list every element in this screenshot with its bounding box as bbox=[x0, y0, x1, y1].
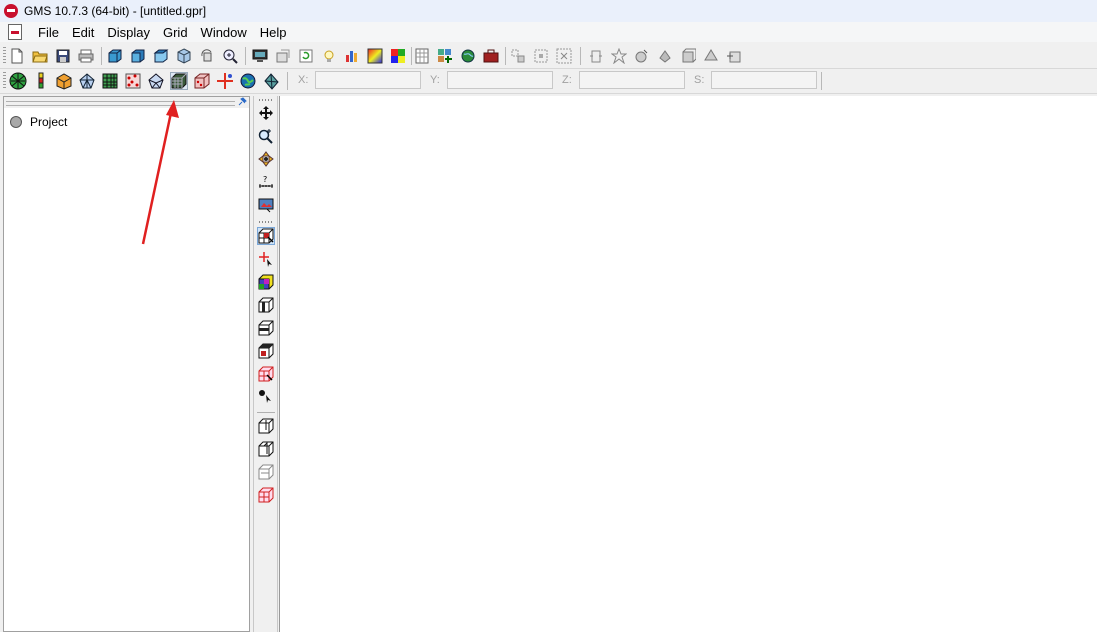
select-nodes-icon[interactable] bbox=[257, 250, 275, 268]
project-icon bbox=[10, 116, 22, 128]
select-tool-a-icon[interactable] bbox=[509, 47, 527, 65]
tool-palette: ? bbox=[253, 96, 278, 632]
tool-cube-d-icon[interactable] bbox=[702, 47, 720, 65]
select-tool-c-icon[interactable] bbox=[555, 47, 573, 65]
palette-grip[interactable] bbox=[259, 221, 273, 223]
zoom-frame-icon[interactable] bbox=[221, 47, 239, 65]
select-color-cells-icon[interactable] bbox=[257, 273, 275, 291]
select-i-icon[interactable] bbox=[257, 296, 275, 314]
toolbar-grip[interactable] bbox=[3, 47, 6, 65]
menu-edit[interactable]: Edit bbox=[66, 25, 100, 40]
menu-grid[interactable]: Grid bbox=[157, 25, 194, 40]
color-palette-icon[interactable] bbox=[389, 47, 407, 65]
modules-toolbar: X: Y: Z: S: bbox=[0, 69, 1097, 94]
measure-icon[interactable]: ? bbox=[257, 173, 275, 191]
tool-cube-b-icon[interactable] bbox=[656, 47, 674, 65]
view-j-icon[interactable] bbox=[257, 440, 275, 458]
tin-module-icon[interactable] bbox=[9, 72, 27, 90]
tool-star-icon[interactable] bbox=[610, 47, 628, 65]
refresh-icon[interactable] bbox=[297, 47, 315, 65]
lighting-icon[interactable] bbox=[320, 47, 338, 65]
new-file-icon[interactable] bbox=[8, 47, 26, 65]
menu-bar: File Edit Display Grid Window Help bbox=[0, 22, 1097, 42]
select-k-icon[interactable] bbox=[257, 342, 275, 360]
spreadsheet-icon[interactable] bbox=[413, 47, 431, 65]
x-coord-field[interactable] bbox=[315, 71, 421, 89]
view-i-icon[interactable] bbox=[257, 417, 275, 435]
menu-window[interactable]: Window bbox=[195, 25, 253, 40]
scatter-module-icon[interactable] bbox=[124, 72, 142, 90]
plot-wizard-icon[interactable] bbox=[343, 47, 361, 65]
z-coord-label: Z: bbox=[562, 74, 572, 86]
gms-logo-icon bbox=[4, 4, 18, 18]
tree-item-label: Project bbox=[30, 115, 68, 129]
view-front-icon[interactable] bbox=[106, 47, 124, 65]
pin-icon[interactable] bbox=[237, 97, 247, 107]
drape-image-icon[interactable] bbox=[257, 196, 275, 214]
select-cells-icon[interactable] bbox=[257, 227, 275, 245]
zoom-icon[interactable] bbox=[257, 127, 275, 145]
project-explorer-header bbox=[4, 97, 249, 108]
uga-module-icon[interactable] bbox=[262, 72, 280, 90]
display-monitor-icon[interactable] bbox=[251, 47, 269, 65]
add-layer-icon[interactable] bbox=[436, 47, 454, 65]
select-tool-b-icon[interactable] bbox=[532, 47, 550, 65]
select-point-icon[interactable] bbox=[257, 388, 275, 406]
tree-item-project[interactable]: Project bbox=[10, 115, 67, 129]
save-icon[interactable] bbox=[54, 47, 72, 65]
toolbox-icon[interactable] bbox=[482, 47, 500, 65]
rotate-icon[interactable] bbox=[257, 150, 275, 168]
3d-grid-module-icon[interactable] bbox=[170, 72, 188, 90]
tool-cube-c-icon[interactable] bbox=[679, 47, 697, 65]
solid-module-icon[interactable] bbox=[55, 72, 73, 90]
map-module-icon[interactable] bbox=[216, 72, 234, 90]
s-coord-label: S: bbox=[694, 74, 705, 86]
title-bar: GMS 10.7.3 (64-bit) - [untitled.gpr] bbox=[0, 0, 1097, 22]
project-explorer: Project bbox=[3, 96, 250, 632]
view-boundary-icon[interactable] bbox=[257, 486, 275, 504]
document-icon[interactable] bbox=[8, 24, 22, 40]
z-coord-field[interactable] bbox=[579, 71, 685, 89]
standard-toolbar bbox=[0, 44, 1097, 69]
svg-text:?: ? bbox=[263, 175, 267, 184]
3d-mesh-module-icon[interactable] bbox=[147, 72, 165, 90]
pan-icon[interactable] bbox=[257, 104, 275, 122]
graphics-window[interactable] bbox=[279, 96, 1097, 632]
tool-cube-e-icon[interactable] bbox=[725, 47, 743, 65]
print-icon[interactable] bbox=[77, 47, 95, 65]
color-ramp-icon[interactable] bbox=[366, 47, 384, 65]
tool-move-icon[interactable] bbox=[587, 47, 605, 65]
y-coord-field[interactable] bbox=[447, 71, 553, 89]
display-options-icon[interactable] bbox=[274, 47, 292, 65]
select-j-icon[interactable] bbox=[257, 319, 275, 337]
x-coord-label: X: bbox=[298, 74, 309, 86]
rotate-view-icon[interactable] bbox=[198, 47, 216, 65]
tool-cube-a-icon[interactable] bbox=[633, 47, 651, 65]
view-oblique-icon[interactable] bbox=[175, 47, 193, 65]
select-boundary-icon[interactable] bbox=[257, 365, 275, 383]
menu-help[interactable]: Help bbox=[254, 25, 293, 40]
window-title: GMS 10.7.3 (64-bit) - [untitled.gpr] bbox=[24, 4, 207, 18]
gis-module-icon[interactable] bbox=[239, 72, 257, 90]
3d-scatter-module-icon[interactable] bbox=[193, 72, 211, 90]
s-coord-field[interactable] bbox=[711, 71, 817, 89]
open-folder-icon[interactable] bbox=[31, 47, 49, 65]
view-top-icon[interactable] bbox=[152, 47, 170, 65]
view-side-icon[interactable] bbox=[129, 47, 147, 65]
2d-grid-module-icon[interactable] bbox=[101, 72, 119, 90]
toolbar-grip[interactable] bbox=[3, 72, 6, 90]
view-k-icon[interactable] bbox=[257, 463, 275, 481]
menu-file[interactable]: File bbox=[32, 25, 65, 40]
y-coord-label: Y: bbox=[430, 74, 440, 86]
menu-display[interactable]: Display bbox=[101, 25, 156, 40]
2d-mesh-module-icon[interactable] bbox=[78, 72, 96, 90]
palette-grip[interactable] bbox=[259, 99, 273, 101]
borehole-module-icon[interactable] bbox=[32, 72, 50, 90]
globe-icon[interactable] bbox=[459, 47, 477, 65]
